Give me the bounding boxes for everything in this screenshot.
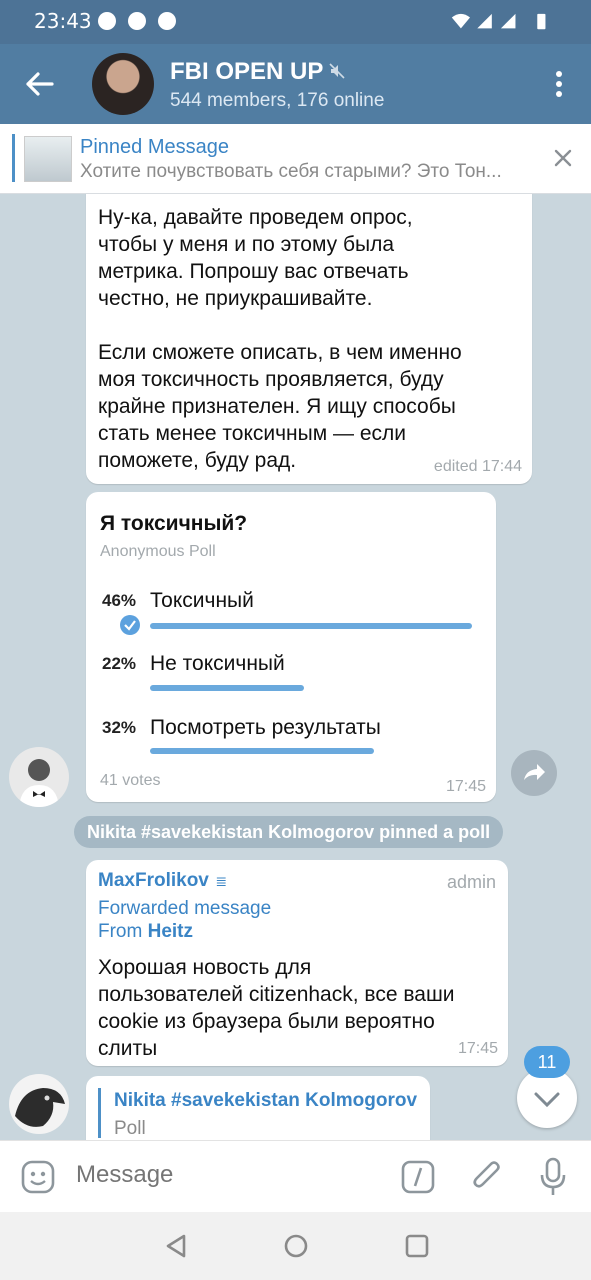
message-bubble[interactable]: Nikita #savekekistan Kolmogorov Poll: [86, 1076, 430, 1140]
poll-question: Я токсичный?: [100, 512, 248, 535]
reply-indicator: [98, 1088, 101, 1138]
muted-icon: [329, 63, 345, 79]
poll-option-text[interactable]: Токсичный: [150, 589, 254, 613]
message-bubble[interactable]: Ну-ка, давайте проведем опрос, чтобы у м…: [86, 194, 532, 484]
poll-option-bar: [150, 748, 374, 754]
group-subtitle: 544 members, 176 online: [170, 90, 385, 111]
poll-option-bar: [150, 685, 304, 691]
nav-home-icon[interactable]: [282, 1232, 310, 1260]
pinned-preview: Хотите почувствовать себя старыми? Это Т…: [80, 161, 502, 182]
unread-badge: 11: [524, 1046, 570, 1078]
poll-option-percent: 22%: [102, 654, 137, 673]
poll-option-text[interactable]: Посмотреть результаты: [150, 716, 381, 740]
message-time: 17:45: [457, 1040, 498, 1057]
message-text: Хорошая новость для пользователей citize…: [98, 956, 455, 1060]
poll-option-percent: 32%: [102, 718, 137, 737]
poll-type: Anonymous Poll: [100, 543, 216, 560]
admin-badge: admin: [446, 872, 496, 892]
pinterest-notification-icon: [158, 12, 176, 30]
status-bar: 23:43: [0, 0, 591, 44]
system-navigation-bar: [0, 1212, 591, 1280]
pinned-message-bar[interactable]: Pinned Message Хотите почувствовать себя…: [0, 124, 591, 194]
facebook-notification-icon: [128, 12, 146, 30]
pinned-indicator: [12, 134, 15, 182]
sender-name[interactable]: MaxFrolikov: [98, 870, 209, 891]
close-icon[interactable]: [553, 148, 573, 168]
reply-sender[interactable]: Nikita #savekekistan Kolmogorov: [114, 1090, 417, 1112]
pinned-label: Pinned Message: [80, 136, 229, 158]
chat-area[interactable]: Ну-ка, давайте проведем опрос, чтобы у м…: [0, 194, 591, 1140]
chat-header: FBI OPEN UP 544 members, 176 online: [0, 44, 591, 124]
forwarded-from-name[interactable]: Heitz: [148, 921, 193, 942]
pinned-thumbnail: [24, 136, 72, 182]
service-message: Nikita #savekekistan Kolmogorov pinned a…: [74, 816, 504, 848]
message-time: 17:45: [445, 778, 486, 795]
status-time: 23:43: [34, 9, 92, 33]
microphone-icon[interactable]: [538, 1157, 568, 1197]
sticker-icon[interactable]: [20, 1159, 56, 1195]
poll-bubble[interactable]: Я токсичный? Anonymous Poll 46% Токсичны…: [86, 492, 496, 802]
sender-avatar[interactable]: [9, 747, 69, 807]
reply-preview: Poll: [114, 1118, 146, 1139]
more-menu-icon[interactable]: [555, 70, 563, 98]
uploader-icon: ≣: [215, 873, 228, 889]
share-button[interactable]: [511, 750, 557, 796]
checkmark-icon: [120, 615, 140, 635]
attach-icon[interactable]: [470, 1157, 504, 1197]
sender-avatar[interactable]: [9, 1074, 69, 1134]
group-title[interactable]: FBI OPEN UP: [170, 58, 323, 86]
share-arrow-icon: [524, 764, 545, 780]
group-avatar[interactable]: [92, 53, 154, 115]
forwarded-label: Forwarded message: [98, 898, 272, 919]
forwarded-from[interactable]: From Heitz: [98, 921, 193, 943]
nav-back-icon[interactable]: [162, 1232, 190, 1260]
message-input-bar: [0, 1140, 591, 1212]
forwarded-from-prefix: From: [98, 921, 148, 942]
signal-battery-icons: [451, 13, 546, 30]
forwarded-message-bubble[interactable]: MaxFrolikov ≣ admin Forwarded message Fr…: [86, 860, 508, 1066]
message-time: edited 17:44: [433, 458, 522, 475]
back-arrow-icon[interactable]: [22, 66, 58, 102]
nav-recents-icon[interactable]: [403, 1232, 431, 1260]
bot-command-icon[interactable]: [401, 1160, 435, 1194]
poll-option-bar: [150, 623, 472, 629]
messenger-notification-icon: [98, 12, 116, 30]
sender-name-row: MaxFrolikov ≣: [98, 870, 227, 892]
message-input[interactable]: [76, 1161, 376, 1189]
poll-option-percent: 46%: [102, 591, 137, 610]
poll-votes: 41 votes: [100, 772, 161, 789]
message-text: Ну-ка, давайте проведем опрос, чтобы у м…: [98, 206, 462, 472]
poll-option-text[interactable]: Не токсичный: [150, 652, 285, 676]
